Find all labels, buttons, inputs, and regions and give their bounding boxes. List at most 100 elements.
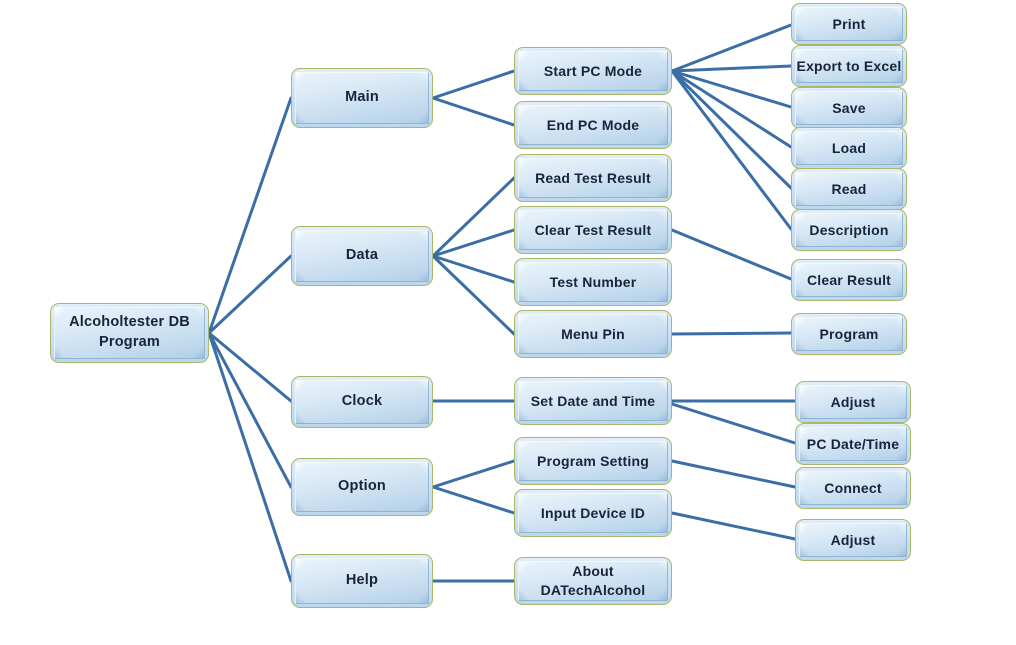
node-pc-date-time-bevel: PC Date/Time xyxy=(799,427,907,461)
node-main-bevel: Main xyxy=(295,72,429,124)
node-menu-pin-bevel: Menu Pin xyxy=(518,314,668,354)
node-input-device-id-bevel: Input Device ID xyxy=(518,493,668,533)
node-adjust-clock[interactable]: Adjust xyxy=(795,381,911,423)
node-adjust-option-bevel: Adjust xyxy=(799,523,907,557)
edge-clear-test-result-clear-result xyxy=(670,228,793,281)
node-program-label: Program xyxy=(819,325,879,342)
node-save-label: Save xyxy=(832,99,866,116)
edge-input-device-id-adjust xyxy=(670,511,797,541)
node-clear-test-result[interactable]: Clear Test Result xyxy=(514,206,672,254)
node-clock-bevel: Clock xyxy=(295,380,429,424)
node-program-bevel: Program xyxy=(795,317,903,351)
diagram-canvas: Alcoholtester DB Program Main Data Clock… xyxy=(0,0,1016,645)
edge-start-description xyxy=(670,69,793,231)
node-about-datechalcohol[interactable]: About DATechAlcohol xyxy=(514,557,672,605)
node-start-pc-mode-bevel: Start PC Mode xyxy=(518,51,668,91)
edge-start-load xyxy=(670,69,793,149)
node-print-bevel: Print xyxy=(795,7,903,41)
node-load-label: Load xyxy=(831,139,867,156)
edge-option-input-device-id xyxy=(431,485,516,515)
node-data-label: Data xyxy=(345,247,379,264)
edge-root-help xyxy=(207,331,293,583)
node-root-bevel: Alcoholtester DB Program xyxy=(54,307,205,359)
node-about-datechalcohol-bevel: About DATechAlcohol xyxy=(518,561,668,601)
node-end-pc-mode-bevel: End PC Mode xyxy=(518,105,668,145)
node-end-pc-mode-label: End PC Mode xyxy=(546,116,640,133)
node-test-number-bevel: Test Number xyxy=(518,262,668,302)
node-description-bevel: Description xyxy=(795,213,903,247)
node-set-date-and-time[interactable]: Set Date and Time xyxy=(514,377,672,425)
node-print-label: Print xyxy=(832,15,866,32)
node-start-pc-mode[interactable]: Start PC Mode xyxy=(514,47,672,95)
node-main-label: Main xyxy=(345,89,379,106)
node-export-to-excel-label: Export to Excel xyxy=(796,57,902,74)
node-adjust-option-label: Adjust xyxy=(830,531,876,548)
node-program-setting-bevel: Program Setting xyxy=(518,441,668,481)
node-set-date-and-time-bevel: Set Date and Time xyxy=(518,381,668,421)
node-root[interactable]: Alcoholtester DB Program xyxy=(50,303,209,363)
node-clock[interactable]: Clock xyxy=(291,376,433,428)
node-description[interactable]: Description xyxy=(791,209,907,251)
edge-data-menu-pin xyxy=(431,254,516,336)
node-read-label: Read xyxy=(831,180,867,197)
node-save-bevel: Save xyxy=(795,91,903,125)
node-test-number[interactable]: Test Number xyxy=(514,258,672,306)
edge-start-print xyxy=(670,23,793,73)
node-description-label: Description xyxy=(809,221,889,238)
edge-set-date-pcdate xyxy=(670,402,797,445)
edge-data-read-test-result xyxy=(431,176,516,258)
node-help-label: Help xyxy=(345,572,379,589)
edge-start-read xyxy=(670,69,793,190)
node-menu-pin[interactable]: Menu Pin xyxy=(514,310,672,358)
node-main[interactable]: Main xyxy=(291,68,433,128)
node-test-number-label: Test Number xyxy=(549,273,637,290)
node-adjust-clock-bevel: Adjust xyxy=(799,385,907,419)
node-option-label: Option xyxy=(338,478,386,495)
edge-root-option xyxy=(207,331,293,489)
node-data[interactable]: Data xyxy=(291,226,433,286)
edge-root-main xyxy=(207,96,293,335)
node-input-device-id[interactable]: Input Device ID xyxy=(514,489,672,537)
node-input-device-id-label: Input Device ID xyxy=(540,504,646,521)
node-load[interactable]: Load xyxy=(791,127,907,169)
node-read[interactable]: Read xyxy=(791,168,907,210)
node-read-test-result-bevel: Read Test Result xyxy=(518,158,668,198)
node-read-test-result-label: Read Test Result xyxy=(535,169,651,186)
node-export-to-excel[interactable]: Export to Excel xyxy=(791,45,907,87)
edge-program-setting-connect xyxy=(670,459,797,489)
node-program[interactable]: Program xyxy=(791,313,907,355)
node-read-bevel: Read xyxy=(795,172,903,206)
node-print[interactable]: Print xyxy=(791,3,907,45)
node-connect-bevel: Connect xyxy=(799,471,907,505)
node-pc-date-time[interactable]: PC Date/Time xyxy=(795,423,911,465)
node-about-datechalcohol-label: About DATechAlcohol xyxy=(540,563,646,598)
edge-root-data xyxy=(207,254,293,335)
node-menu-pin-label: Menu Pin xyxy=(561,325,625,342)
node-help-bevel: Help xyxy=(295,558,429,604)
edge-option-program-setting xyxy=(431,459,516,489)
node-data-bevel: Data xyxy=(295,230,429,282)
node-program-setting-label: Program Setting xyxy=(537,452,649,469)
node-clear-result-bevel: Clear Result xyxy=(795,263,903,297)
node-help[interactable]: Help xyxy=(291,554,433,608)
node-clear-test-result-label: Clear Test Result xyxy=(534,221,652,238)
node-connect[interactable]: Connect xyxy=(795,467,911,509)
node-read-test-result[interactable]: Read Test Result xyxy=(514,154,672,202)
node-start-pc-mode-label: Start PC Mode xyxy=(543,62,643,79)
node-adjust-clock-label: Adjust xyxy=(830,393,876,410)
node-clear-test-result-bevel: Clear Test Result xyxy=(518,210,668,250)
node-clear-result[interactable]: Clear Result xyxy=(791,259,907,301)
node-option[interactable]: Option xyxy=(291,458,433,516)
node-export-to-excel-bevel: Export to Excel xyxy=(795,49,903,83)
node-option-bevel: Option xyxy=(295,462,429,512)
node-end-pc-mode[interactable]: End PC Mode xyxy=(514,101,672,149)
edge-data-clear-test-result xyxy=(431,228,516,258)
edge-start-export xyxy=(670,64,793,73)
edge-menu-pin-program xyxy=(670,331,793,336)
node-set-date-and-time-label: Set Date and Time xyxy=(530,392,656,409)
node-save[interactable]: Save xyxy=(791,87,907,129)
node-program-setting[interactable]: Program Setting xyxy=(514,437,672,485)
edge-main-start-pc-mode xyxy=(431,69,516,100)
node-connect-label: Connect xyxy=(824,479,882,496)
node-adjust-option[interactable]: Adjust xyxy=(795,519,911,561)
